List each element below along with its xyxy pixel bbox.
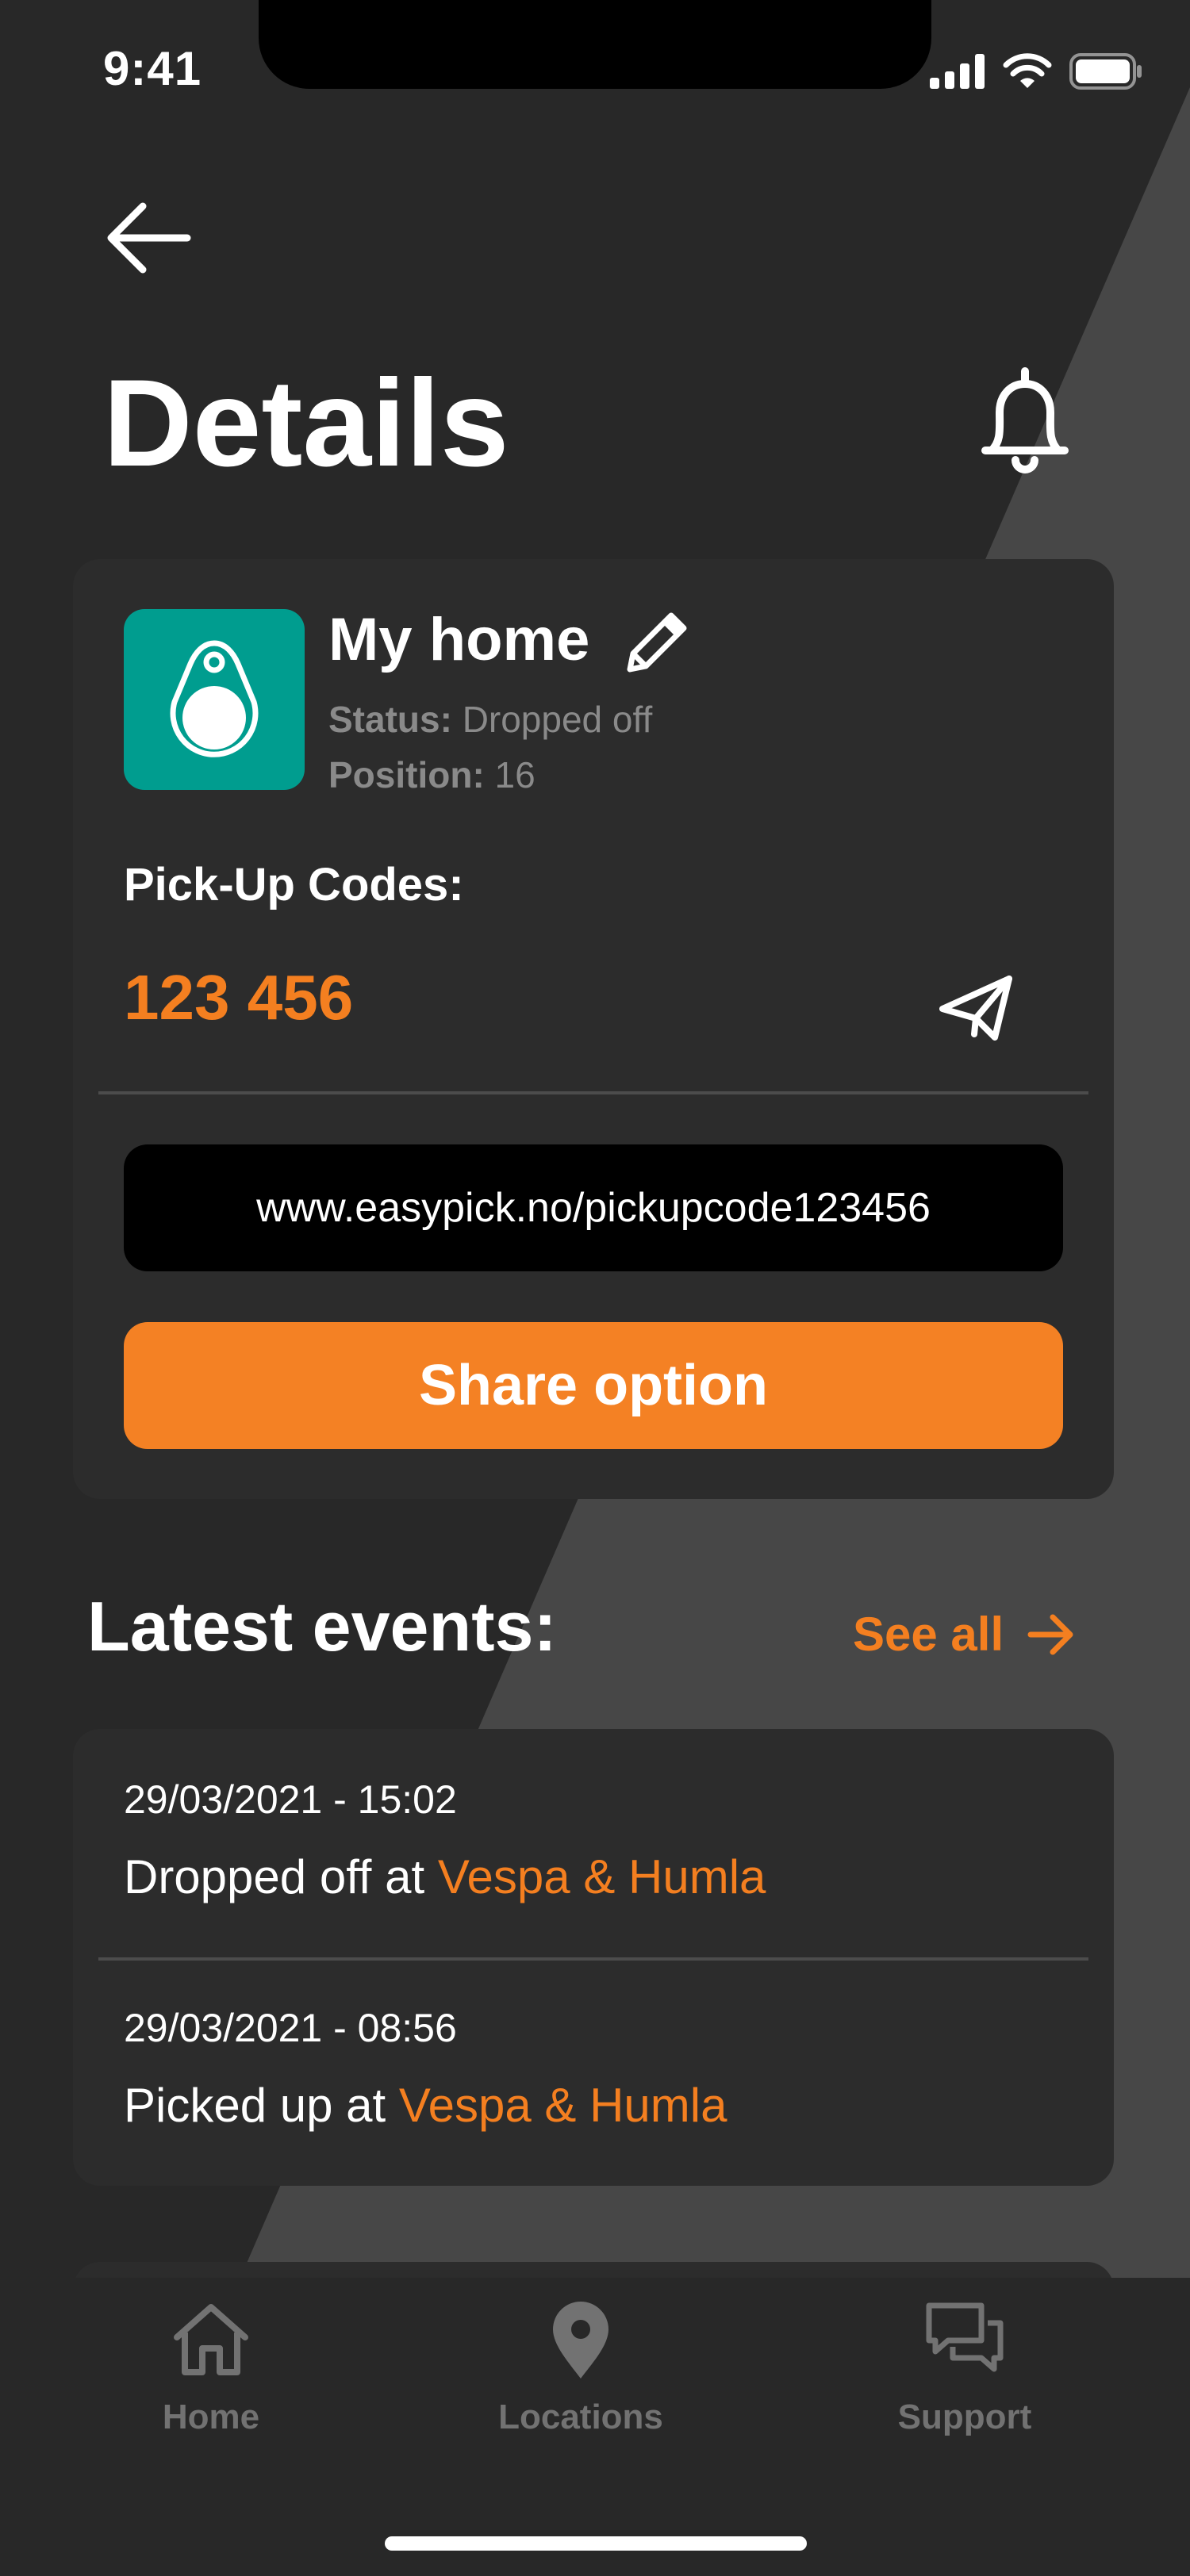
back-arrow-icon[interactable] — [105, 198, 192, 278]
item-name: My home — [328, 606, 590, 673]
arrow-right-icon — [1027, 1614, 1073, 1654]
event-action: Dropped off at — [124, 1850, 425, 1903]
item-position: Position: 16 — [328, 753, 536, 796]
send-paper-plane-icon[interactable] — [936, 974, 1015, 1042]
nav-item-home[interactable]: Home — [84, 2296, 338, 2437]
event-place[interactable]: Vespa & Humla — [438, 1850, 766, 1903]
chat-bubbles-icon — [926, 2302, 1004, 2372]
event-description: Picked up at Vespa & Humla — [124, 2078, 727, 2133]
item-status: Status: Dropped off — [328, 698, 652, 741]
nav-label-support: Support — [897, 2398, 1032, 2436]
key-tag-tile — [124, 609, 305, 790]
location-pin-icon — [553, 2302, 608, 2379]
nav-item-support[interactable]: Support — [838, 2296, 1092, 2437]
page-title: Details — [103, 355, 509, 493]
nav-item-locations[interactable]: Locations — [454, 2296, 708, 2437]
event-date: 29/03/2021 - 08:56 — [124, 2006, 457, 2050]
pickup-code: 123 456 — [124, 962, 354, 1033]
edit-pencil-icon[interactable] — [619, 609, 690, 680]
see-all-label: See all — [853, 1608, 1004, 1661]
pickup-codes-label: Pick-Up Codes: — [124, 859, 464, 910]
see-all-link[interactable]: See all — [853, 1607, 1075, 1662]
wifi-icon — [1003, 53, 1052, 88]
status-time: 9:41 — [103, 42, 202, 95]
device-notch — [259, 0, 931, 89]
signal-icon — [930, 54, 985, 89]
bell-icon[interactable] — [976, 365, 1074, 476]
event-description: Dropped off at Vespa & Humla — [124, 1850, 766, 1904]
event-place[interactable]: Vespa & Humla — [399, 2079, 727, 2132]
event-date: 29/03/2021 - 15:02 — [124, 1777, 457, 1822]
nav-label-home: Home — [162, 2398, 260, 2436]
key-tag-icon — [170, 640, 259, 757]
status-label: Status: — [328, 699, 452, 740]
status-icons — [930, 48, 1142, 95]
position-label: Position: — [328, 754, 485, 795]
event-action: Picked up at — [124, 2079, 386, 2132]
latest-events-heading: Latest events: — [87, 1587, 557, 1666]
divider — [98, 1091, 1088, 1094]
nav-label-locations: Locations — [498, 2398, 663, 2436]
pickup-url[interactable]: www.easypick.no/pickupcode123456 — [124, 1144, 1063, 1271]
position-value: 16 — [494, 754, 536, 795]
home-indicator[interactable] — [385, 2536, 807, 2551]
status-value: Dropped off — [462, 699, 653, 740]
battery-icon — [1069, 53, 1142, 90]
home-icon — [174, 2304, 248, 2375]
divider — [98, 1957, 1088, 1961]
share-option-button[interactable]: Share option — [124, 1322, 1063, 1449]
